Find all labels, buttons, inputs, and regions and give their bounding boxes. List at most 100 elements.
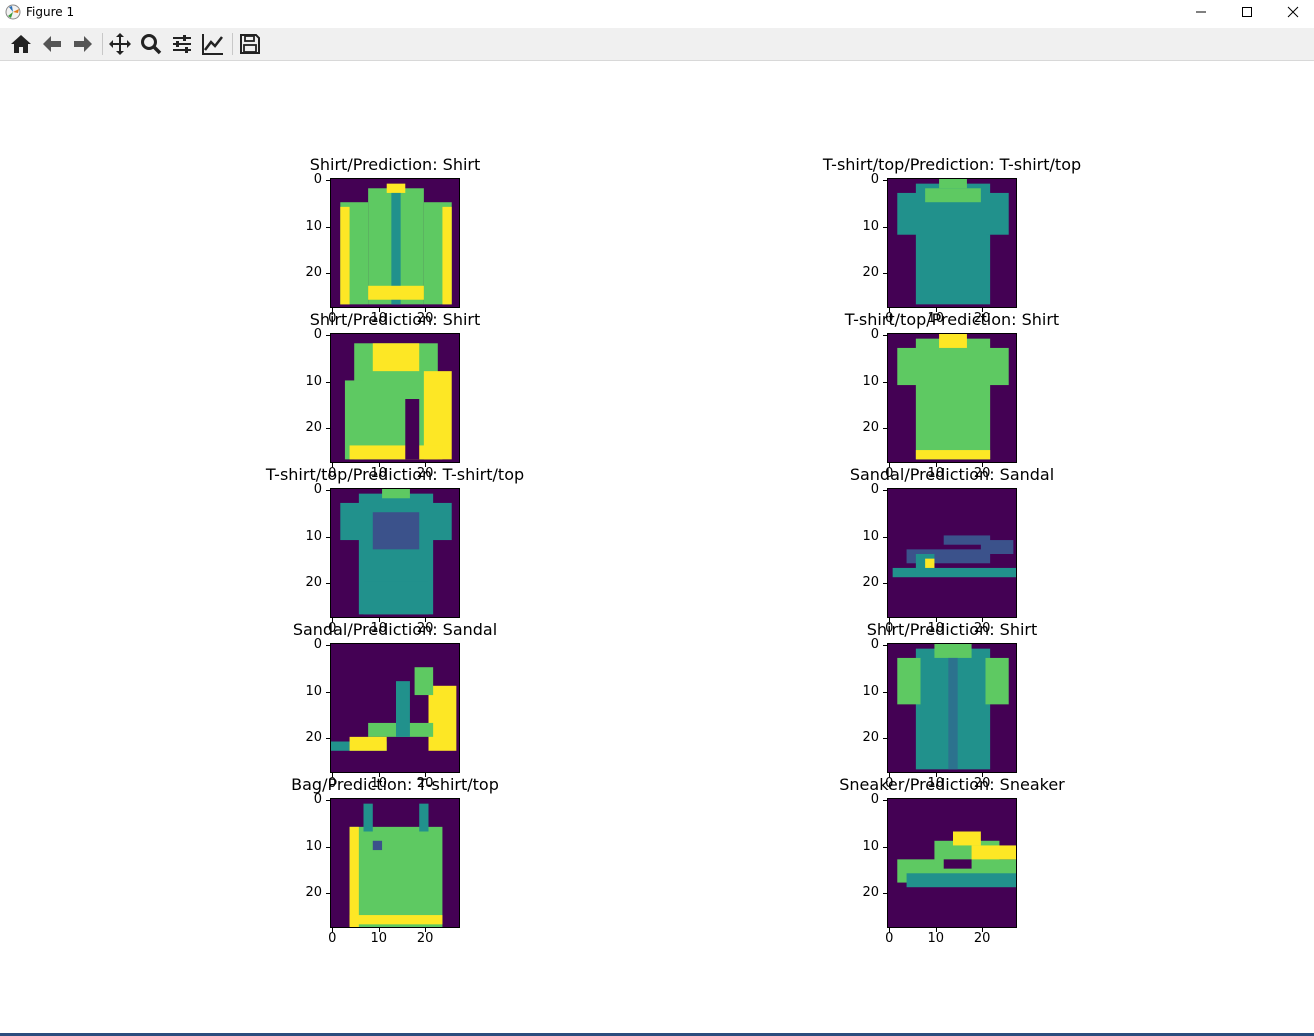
image-pixels: [892, 535, 1016, 578]
pixel-block: [948, 657, 958, 770]
subplot-title: Shirt/Prediction: Shirt: [866, 620, 1038, 639]
y-tick-mark: [326, 335, 330, 337]
zoom-button[interactable]: [138, 31, 164, 57]
pixel-block: [428, 685, 457, 751]
pixel-block: [925, 558, 935, 568]
pixel-block: [934, 644, 972, 658]
close-icon: [1287, 6, 1299, 18]
pixel-block: [892, 567, 1016, 578]
edit-axes-icon: [202, 34, 223, 55]
minimize-button[interactable]: [1178, 0, 1224, 24]
edit-axes-button[interactable]: [200, 31, 226, 57]
image-pixels: [897, 644, 1009, 770]
image-panel: [330, 488, 460, 618]
pixel-block: [419, 803, 429, 832]
y-tick-label: 20: [862, 885, 879, 901]
pixel-block: [340, 502, 364, 541]
y-tick-label: 10: [862, 838, 879, 854]
x-tick-mark: [332, 928, 334, 932]
x-tick-label: 20: [416, 931, 434, 946]
pixel-block: [953, 831, 981, 846]
subplot-title: Shirt/Prediction: Shirt: [309, 310, 481, 329]
y-tick-mark: [326, 691, 330, 693]
pixel-block: [943, 859, 972, 869]
image-panel: [887, 178, 1017, 308]
pixel-block: [349, 445, 443, 460]
y-tick-mark: [326, 273, 330, 275]
image-pixels: [897, 179, 1009, 305]
pixel-block: [349, 736, 387, 751]
x-tick-label: 10: [370, 931, 388, 946]
y-tick-mark: [883, 180, 887, 182]
image-pixels: [897, 334, 1009, 460]
subplot-title: Sneaker/Prediction: Sneaker: [839, 775, 1065, 794]
pixel-block: [915, 338, 991, 460]
y-tick-label: 0: [313, 637, 322, 653]
y-tick-label: 20: [862, 420, 879, 436]
y-tick-label: 10: [305, 373, 322, 389]
pixel-block: [349, 826, 443, 927]
pixel-block: [897, 657, 921, 705]
subplot-title: T-shirt/top/Prediction: T-shirt/top: [822, 155, 1082, 174]
y-tick-label: 0: [870, 327, 879, 343]
zoom-icon: [141, 34, 162, 55]
pixel-block: [363, 581, 429, 615]
y-tick-label: 10: [862, 373, 879, 389]
forward-button[interactable]: [70, 31, 96, 57]
y-tick-label: 20: [305, 265, 322, 281]
y-tick-label: 10: [862, 218, 879, 234]
x-tick-mark: [889, 928, 891, 932]
y-tick-label: 20: [305, 420, 322, 436]
pixel-block: [363, 803, 373, 832]
image-panel: [887, 643, 1017, 773]
x-tick-mark: [935, 928, 937, 932]
subplot-title: Shirt/Prediction: Shirt: [309, 155, 481, 174]
y-tick-mark: [883, 800, 887, 802]
image-panel: [887, 798, 1017, 928]
image-panel: [887, 488, 1017, 618]
y-tick-mark: [326, 226, 330, 228]
figure-canvas[interactable]: Shirt/Prediction: Shirt 0 10 20 0 10 20 T-shirt…: [0, 61, 1314, 1031]
x-tick-mark: [982, 928, 984, 932]
x-tick-label: 0: [885, 931, 894, 946]
subplot-title: T-shirt/top/Prediction: Shirt: [844, 310, 1060, 329]
image-pixels: [349, 803, 443, 927]
home-button[interactable]: [8, 31, 34, 57]
y-tick-label: 10: [862, 528, 879, 544]
maximize-button[interactable]: [1224, 0, 1270, 24]
pixel-block: [985, 192, 1009, 235]
y-tick-label: 10: [305, 683, 322, 699]
x-tick-label: 10: [927, 931, 945, 946]
y-tick-mark: [883, 846, 887, 848]
toolbar-separator: [232, 33, 233, 55]
subplots-button[interactable]: [169, 31, 195, 57]
pan-button[interactable]: [107, 31, 133, 57]
y-tick-label: 20: [305, 575, 322, 591]
pixel-block: [980, 540, 1014, 554]
y-tick-label: 0: [313, 172, 322, 188]
close-button[interactable]: [1270, 0, 1314, 24]
subplot-title: Bag/Prediction: T-shirt/top: [291, 775, 499, 794]
x-tick-label: 20: [973, 931, 991, 946]
y-tick-mark: [883, 583, 887, 585]
x-tick-mark: [425, 928, 427, 932]
y-tick-label: 0: [313, 792, 322, 808]
save-button[interactable]: [237, 31, 263, 57]
back-button[interactable]: [39, 31, 65, 57]
y-tick-mark: [883, 536, 887, 538]
y-tick-mark: [326, 800, 330, 802]
forward-icon: [74, 36, 92, 52]
subplots-icon: [173, 35, 191, 53]
pixel-block: [414, 667, 434, 696]
image-panel: [330, 643, 460, 773]
pixel-block: [405, 399, 420, 460]
y-tick-mark: [326, 846, 330, 848]
save-icon: [240, 34, 260, 54]
pixel-block: [939, 179, 967, 189]
y-tick-label: 20: [862, 575, 879, 591]
image-pixels: [340, 489, 452, 615]
y-tick-label: 10: [305, 838, 322, 854]
y-tick-label: 0: [870, 482, 879, 498]
pixel-block: [372, 512, 420, 550]
pixel-block: [349, 826, 359, 927]
